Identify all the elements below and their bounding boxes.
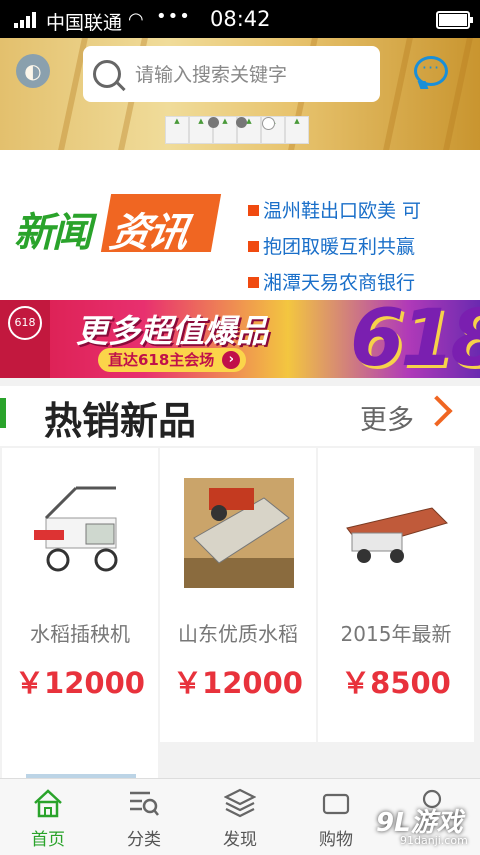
product-image: [26, 478, 136, 588]
news-section: 新闻 资讯 温州鞋出口欧美 可 抱团取暖互利共赢 湘潭天易农商银行: [0, 150, 480, 300]
category-icon: [130, 791, 159, 816]
product-price: ￥12000: [15, 666, 145, 700]
promo-banner[interactable]: 618 更多超值爆品 直达618主会场› 618: [0, 300, 480, 378]
search-input[interactable]: [133, 60, 367, 90]
search-bar[interactable]: [83, 46, 380, 102]
tab-category[interactable]: 分类: [96, 779, 192, 855]
chevron-right-icon[interactable]: [421, 395, 453, 427]
promo-title: 更多超值爆品: [76, 312, 269, 350]
news-logo: 新闻 资讯: [14, 194, 222, 256]
product-grid: 水稻插秧机 ￥12000 山东优质水稻 ￥12000 2015年最新 ￥8500: [0, 448, 480, 778]
section-title: 热销新品: [44, 399, 197, 443]
product-card[interactable]: 2015年最新 ￥8500: [318, 448, 474, 742]
battery-icon: [436, 11, 473, 29]
arrow-right-icon: ›: [222, 351, 241, 369]
section-accent: [0, 398, 6, 428]
tab-label: 发现: [223, 830, 257, 850]
carrier-name: 中国联通: [46, 12, 123, 34]
product-name: 2015年最新: [340, 622, 452, 646]
discover-icon: [224, 788, 256, 818]
wifi-icon: ◠: [128, 9, 144, 30]
carousel-dot[interactable]: [236, 117, 247, 128]
product-image: [184, 478, 294, 588]
headline-item[interactable]: 温州鞋出口欧美 可: [248, 196, 480, 232]
status-bar: 中国联通 ◠ ••• 08:42: [0, 0, 480, 38]
headline-item[interactable]: 抱团取暖互利共赢: [248, 232, 480, 268]
product-card[interactable]: 水稻插秧机 ￥12000: [2, 448, 158, 778]
product-price: ￥12000: [173, 666, 303, 700]
brand-badge: 618: [0, 300, 50, 378]
promo-618: 618: [350, 300, 480, 378]
headline-list: 温州鞋出口欧美 可 抱团取暖互利共赢 湘潭天易农商银行: [248, 196, 480, 304]
product-name: 水稻插秧机: [30, 622, 130, 646]
product-card[interactable]: 山东优质水稻 ￥12000: [160, 448, 316, 742]
product-price: ￥8500: [341, 666, 451, 700]
status-time: 08:42: [210, 7, 271, 31]
carousel-dot[interactable]: [208, 117, 219, 128]
header-banner: ◐ ··· ▲▲ ▲▲ ▲▲: [0, 38, 480, 150]
signal-icon: [14, 12, 40, 28]
carousel-dot-active[interactable]: [262, 117, 275, 130]
headline-item[interactable]: 湘潭天易农商银行: [248, 268, 480, 304]
more-link[interactable]: 更多: [360, 398, 414, 437]
app-logo-icon[interactable]: ◐: [16, 54, 50, 88]
tab-discover[interactable]: 发现: [192, 779, 288, 855]
tab-label: 分类: [127, 830, 161, 850]
watermark: 9L游戏 91danji.com: [376, 808, 468, 847]
message-icon[interactable]: ···: [414, 56, 448, 89]
search-icon: [93, 60, 121, 88]
tab-label: 首页: [31, 830, 65, 850]
product-image: [342, 478, 452, 588]
more-dots-icon: •••: [156, 6, 191, 27]
hot-products-header: 热销新品 更多: [0, 386, 480, 446]
home-icon: [34, 789, 62, 818]
product-name: 山东优质水稻: [178, 622, 298, 646]
promo-button[interactable]: 直达618主会场 ›: [98, 348, 247, 372]
tab-home[interactable]: 首页: [0, 779, 96, 855]
